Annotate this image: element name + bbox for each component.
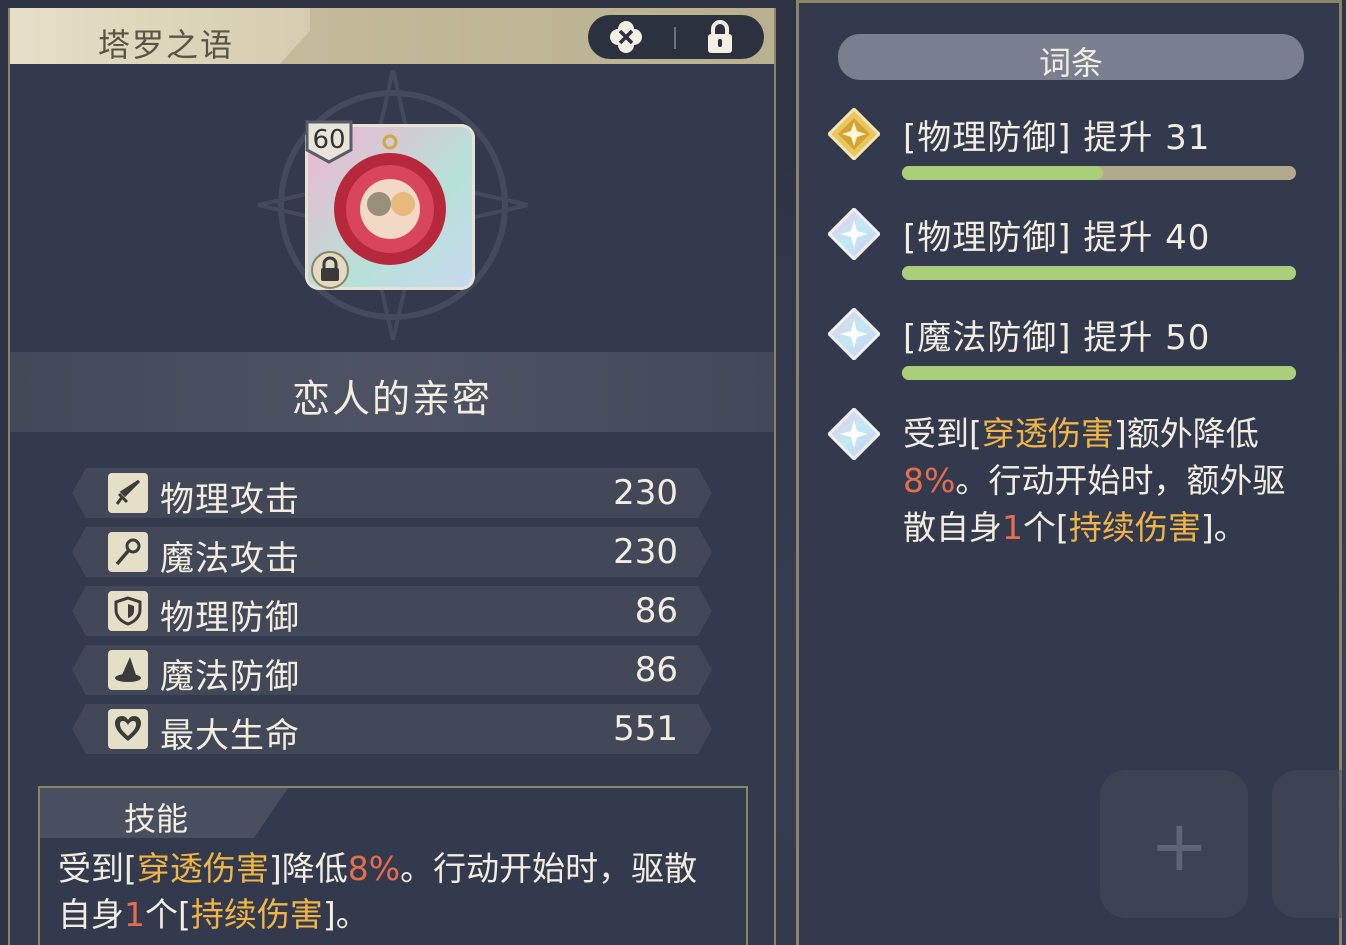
gold-gem-icon bbox=[828, 108, 880, 160]
entry-progress-bar bbox=[902, 366, 1296, 380]
stat-label: 最大生命 bbox=[160, 716, 300, 756]
background-slot bbox=[1272, 770, 1342, 918]
stat-value: 551 bbox=[613, 709, 678, 749]
entry-text: [物理防御] 提升 40 bbox=[903, 218, 1211, 258]
entry-value: 8% bbox=[903, 461, 956, 500]
lock-icon bbox=[708, 20, 732, 53]
stat-label: 魔法攻击 bbox=[160, 539, 300, 579]
background-plus-icon: + bbox=[1150, 805, 1209, 887]
skill-text-part: ]。 bbox=[322, 895, 369, 934]
stat-row-physical-attack: 物理攻击 230 bbox=[72, 468, 712, 518]
skill-value: 8% bbox=[347, 849, 401, 888]
action-button-group bbox=[588, 15, 764, 59]
sword-icon bbox=[108, 473, 148, 513]
skill-description: 受到[穿透伤害]降低8%。行动开始时，驱散自身1个[持续伤害]。 bbox=[58, 846, 730, 938]
entry-progress-bar bbox=[902, 266, 1296, 280]
stat-value: 230 bbox=[613, 532, 678, 572]
prism-gem-icon bbox=[828, 308, 880, 360]
stat-row-magic-defense: 魔法防御 86 bbox=[72, 645, 712, 695]
stat-row-physical-defense: 物理防御 86 bbox=[72, 586, 712, 636]
entry-progress-fill bbox=[902, 266, 1296, 280]
prism-gem-icon bbox=[828, 208, 880, 260]
skill-keyword: 穿透伤害 bbox=[136, 849, 269, 888]
stat-label: 物理防御 bbox=[160, 598, 300, 638]
card-level: 60 bbox=[312, 125, 346, 155]
skill-section: 技能 受到[穿透伤害]降低8%。行动开始时，驱散自身1个[持续伤害]。 bbox=[38, 786, 748, 945]
entry-value: 1 bbox=[1002, 508, 1023, 547]
stat-label: 魔法防御 bbox=[160, 657, 300, 697]
discard-button[interactable] bbox=[608, 19, 644, 55]
entry-desc-part: ]额外降低 bbox=[1113, 414, 1259, 453]
shield-icon bbox=[108, 591, 148, 631]
entry-text: [魔法防御] 提升 50 bbox=[903, 318, 1211, 358]
panel-title: 塔罗之语 bbox=[98, 26, 235, 64]
equipment-detail-screen: 塔罗之语 60 恋人的亲密 物理攻击 230 魔法攻击 230 物理防御 86 … bbox=[0, 0, 1346, 945]
stat-row-max-hp: 最大生命 551 bbox=[72, 704, 712, 754]
entry-progress-fill bbox=[902, 366, 1296, 380]
heart-icon bbox=[108, 709, 148, 749]
skill-text-part: 受到[ bbox=[58, 849, 137, 888]
card-name: 恋人的亲密 bbox=[291, 377, 492, 421]
staff-icon bbox=[108, 532, 148, 572]
entry-desc-part: ]。 bbox=[1200, 508, 1247, 547]
clover-x-icon bbox=[610, 21, 642, 53]
skill-title: 技能 bbox=[124, 800, 189, 838]
skill-value: 1 bbox=[124, 895, 145, 934]
entry-text: [物理防御] 提升 31 bbox=[903, 118, 1211, 158]
entry-progress-bar bbox=[902, 166, 1296, 180]
wizard-hat-icon bbox=[108, 650, 148, 690]
stat-value: 86 bbox=[634, 650, 678, 690]
stat-value: 230 bbox=[613, 473, 678, 513]
stat-row-magic-attack: 魔法攻击 230 bbox=[72, 527, 712, 577]
prism-gem-icon bbox=[828, 408, 880, 460]
entry-desc-part: 个[ bbox=[1023, 508, 1069, 547]
entry-keyword: 持续伤害 bbox=[1068, 508, 1201, 547]
entry-desc-part: 受到[ bbox=[903, 414, 982, 453]
entry-skill-description: 受到[穿透伤害]额外降低8%。行动开始时，额外驱散自身1个[持续伤害]。 bbox=[903, 410, 1298, 551]
entry-progress-fill bbox=[902, 166, 1103, 180]
entries-title: 词条 bbox=[1038, 44, 1103, 82]
button-divider bbox=[674, 27, 676, 49]
card-lock-icon bbox=[311, 251, 349, 289]
entry-keyword: 穿透伤害 bbox=[981, 414, 1114, 453]
stat-value: 86 bbox=[634, 591, 678, 631]
stat-label: 物理攻击 bbox=[160, 480, 300, 520]
skill-text-part: ]降低 bbox=[268, 849, 348, 888]
lock-button[interactable] bbox=[702, 19, 738, 55]
skill-keyword: 持续伤害 bbox=[190, 895, 323, 934]
skill-text-part: 个[ bbox=[145, 895, 191, 934]
